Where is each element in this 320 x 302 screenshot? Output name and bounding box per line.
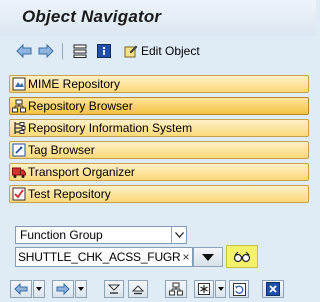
next-object-button[interactable] [52, 280, 74, 298]
close-button[interactable] [262, 280, 284, 298]
mime-icon [12, 77, 26, 91]
previous-object-menu-button[interactable] [33, 280, 45, 298]
edit-object-icon [124, 45, 138, 58]
nav-item-mime-repository[interactable]: MIME Repository [9, 75, 309, 93]
window-title: Object Navigator [22, 7, 162, 26]
asterisk-icon [198, 283, 210, 295]
object-name-input[interactable]: SHUTTLE_CHK_ACSS_FUGR × [15, 247, 193, 267]
nav-item-repository-information-system[interactable]: Repository Information System [9, 119, 309, 137]
chevron-down-icon[interactable] [171, 227, 186, 243]
nav-item-label: Test Repository [28, 187, 111, 201]
caret-down-icon [78, 287, 84, 291]
caret-down-icon [217, 287, 224, 291]
bottom-toolbar [0, 277, 316, 302]
next-object-menu-button[interactable] [75, 280, 87, 298]
toolbar: Edit Object [0, 37, 316, 65]
arrow-left-icon [14, 283, 28, 295]
caret-down-icon [202, 253, 214, 261]
display-options-menu-button[interactable] [215, 280, 226, 298]
close-icon [266, 282, 280, 296]
nav-item-label: Tag Browser [28, 143, 95, 157]
nav-item-label: Repository Browser [28, 99, 133, 113]
title-bar: Object Navigator [0, 0, 316, 36]
nav-item-label: MIME Repository [28, 77, 121, 91]
toolbar-separator [62, 43, 63, 59]
glasses-icon [233, 251, 251, 262]
edit-object-label: Edit Object [141, 44, 200, 58]
forward-button[interactable] [38, 42, 54, 60]
nav-item-tag-browser[interactable]: Tag Browser [9, 141, 309, 159]
edit-object-button[interactable]: Edit Object [124, 42, 200, 60]
repository-tree-icon [12, 99, 26, 113]
object-type-value: Function Group [20, 228, 103, 242]
info-system-icon [12, 121, 26, 135]
nav-item-label: Repository Information System [28, 121, 193, 135]
expand-icon [132, 285, 144, 295]
caret-down-icon [36, 287, 42, 291]
info-button[interactable] [97, 42, 111, 60]
refresh-icon [232, 282, 246, 296]
nav-item-transport-organizer[interactable]: Transport Organizer [9, 163, 309, 181]
arrow-left-icon [16, 44, 32, 58]
arrow-right-icon [38, 44, 54, 58]
info-icon [97, 44, 111, 58]
hierarchy-button[interactable] [73, 42, 87, 60]
display-options-button[interactable] [194, 280, 214, 298]
test-icon [12, 187, 26, 201]
hierarchy-icon [73, 44, 87, 58]
back-button[interactable] [16, 42, 32, 60]
object-list-button[interactable] [165, 280, 187, 298]
truck-icon [12, 165, 26, 179]
collapse-icon [108, 284, 120, 294]
object-name-value[interactable]: SHUTTLE_CHK_ACSS_FUGR [16, 250, 180, 264]
display-button[interactable] [226, 245, 258, 268]
expand-button[interactable] [128, 280, 148, 298]
hierarchy-icon [169, 282, 183, 296]
tag-icon [12, 143, 26, 157]
nav-item-repository-browser[interactable]: Repository Browser [9, 97, 309, 115]
previous-object-button[interactable] [10, 280, 32, 298]
refresh-button[interactable] [229, 280, 249, 298]
clear-input-button[interactable]: × [180, 250, 192, 264]
nav-item-label: Transport Organizer [28, 165, 135, 179]
collapse-button[interactable] [104, 280, 124, 298]
arrow-right-icon [56, 283, 70, 295]
object-name-dropdown-button[interactable] [193, 247, 223, 267]
nav-item-test-repository[interactable]: Test Repository [9, 185, 309, 203]
object-type-select[interactable]: Function Group [15, 226, 187, 244]
